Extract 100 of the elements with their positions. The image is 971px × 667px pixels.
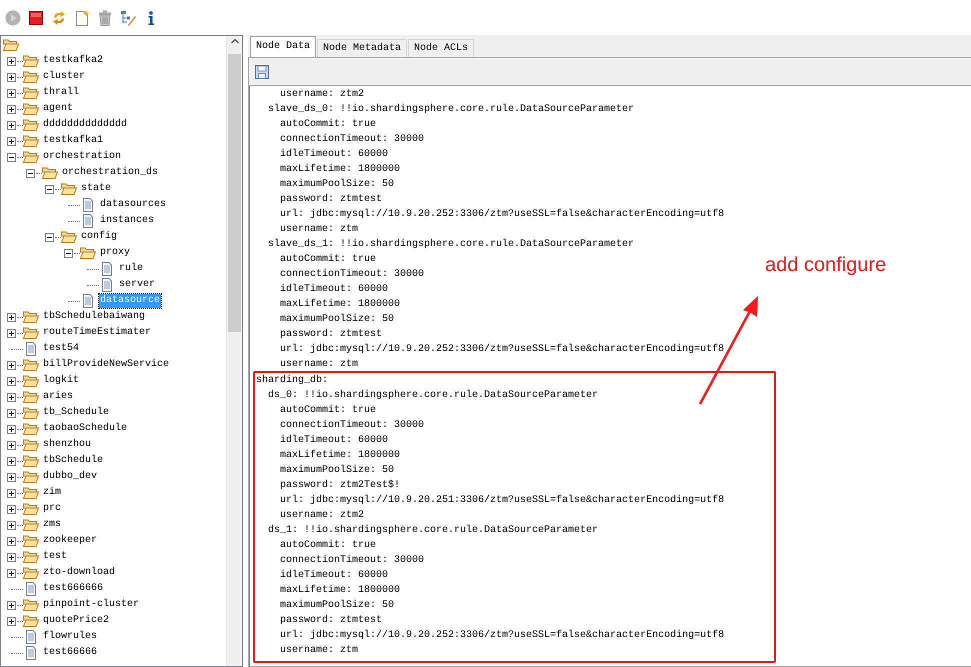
tree-item[interactable]: proxy — [99, 246, 132, 260]
code-line: username: ztm — [279, 358, 358, 372]
expand-toggle[interactable] — [6, 424, 16, 434]
tree-item[interactable]: prc — [42, 502, 62, 516]
tree-item[interactable]: thrall — [42, 86, 80, 100]
tree-item[interactable]: test666666 — [42, 582, 104, 596]
file-icon — [23, 645, 39, 661]
tree-item[interactable]: config — [80, 230, 118, 244]
tree-item[interactable]: testkafka2 — [42, 54, 104, 68]
expand-toggle[interactable] — [6, 392, 16, 402]
expand-toggle[interactable] — [6, 312, 16, 322]
tree-item[interactable]: flowrules — [42, 630, 98, 644]
tree-item[interactable]: testkafka1 — [42, 134, 104, 148]
stop-button[interactable] — [28, 10, 44, 26]
expand-toggle[interactable] — [6, 408, 16, 418]
code-line: sharding_db: — [256, 374, 328, 388]
save-button[interactable] — [254, 64, 270, 80]
tree-item[interactable]: quotePrice2 — [42, 614, 110, 628]
expand-toggle[interactable] — [26, 168, 34, 178]
tree-item[interactable]: instances — [99, 214, 156, 228]
tab[interactable]: Node Data — [250, 36, 316, 57]
tree-item[interactable]: billProvideNewService — [42, 358, 170, 372]
tree-item[interactable]: test66666 — [42, 646, 98, 660]
code-line: autoCommit: true — [279, 538, 376, 553]
tree-item[interactable]: datasources — [99, 198, 168, 212]
tree-item[interactable]: rule — [118, 262, 144, 276]
expand-toggle[interactable] — [6, 568, 16, 578]
expand-toggle[interactable] — [6, 520, 16, 530]
scroll-thumb[interactable] — [228, 54, 241, 332]
expand-toggle[interactable] — [6, 328, 16, 338]
expand-toggle[interactable] — [6, 104, 16, 114]
tree-item[interactable]: dubbo_dev — [42, 470, 98, 484]
tree-item[interactable]: tbSchedule — [42, 454, 104, 468]
trash-button[interactable] — [97, 10, 113, 26]
file-icon — [80, 293, 96, 309]
expand-toggle[interactable] — [6, 136, 16, 146]
tree-edit-button[interactable] — [120, 10, 136, 26]
tab[interactable]: Node ACLs — [408, 39, 474, 57]
refresh-button[interactable] — [51, 10, 67, 26]
tree-item[interactable]: zim — [42, 486, 62, 500]
tree-item[interactable]: test — [42, 550, 68, 564]
expand-toggle[interactable] — [6, 152, 16, 162]
expand-toggle[interactable] — [6, 440, 16, 450]
folder-icon — [23, 565, 39, 581]
folder-icon — [23, 149, 39, 165]
code-line: connectionTimeout: 30000 — [279, 554, 424, 568]
tree-item[interactable]: tb_Schedule — [42, 406, 110, 420]
code-line: connectionTimeout: 30000 — [279, 418, 424, 433]
expand-toggle[interactable] — [6, 536, 16, 546]
tab[interactable]: Node Metadata — [317, 39, 408, 57]
tree-item[interactable]: zms — [42, 518, 62, 532]
expand-toggle[interactable] — [6, 56, 16, 66]
folder-icon — [23, 501, 39, 517]
tree-item[interactable]: orchestration_ds — [61, 166, 160, 180]
folder-icon — [23, 437, 39, 453]
code-line: password: ztm2Test$! — [279, 478, 400, 493]
tree-item[interactable]: shenzhou — [42, 438, 92, 452]
expand-toggle[interactable] — [44, 232, 54, 242]
expand-toggle[interactable] — [6, 552, 16, 562]
tree-item[interactable]: zookeeper — [42, 534, 98, 548]
tree-item[interactable]: taobaoSchedule — [42, 422, 128, 436]
tree-item[interactable]: dddddddddddddd — [42, 118, 128, 132]
expand-toggle[interactable] — [6, 616, 16, 626]
tree-item[interactable]: logkit — [42, 374, 80, 388]
tree-item[interactable]: test54 — [42, 342, 80, 356]
tree-item[interactable]: orchestration — [42, 150, 122, 164]
tree-item[interactable]: cluster — [42, 70, 86, 84]
expand-toggle[interactable] — [64, 248, 72, 258]
expand-toggle[interactable] — [6, 504, 16, 514]
expand-toggle[interactable] — [6, 488, 16, 498]
tree-item[interactable]: routeTimeEstimater — [42, 326, 152, 340]
code-line: username: ztm — [279, 644, 358, 658]
expand-toggle[interactable] — [6, 88, 16, 98]
folder-icon — [23, 309, 39, 325]
code-line: autoCommit: true — [279, 118, 376, 132]
editor-area[interactable] — [249, 85, 971, 666]
scrollbar[interactable] — [226, 36, 242, 666]
expand-toggle[interactable] — [6, 360, 16, 370]
code-line: url: jdbc:mysql://10.9.20.252:3306/ztm?useSSL=false&characterEncoding=utf8 — [279, 208, 724, 222]
tree-item[interactable]: server — [118, 278, 156, 292]
tree-edit-icon — [120, 10, 136, 26]
expand-toggle[interactable] — [44, 184, 54, 194]
tree-item[interactable]: pinpoint-cluster — [42, 598, 140, 612]
tree-item[interactable]: aries — [42, 390, 74, 404]
trash-icon — [97, 10, 113, 26]
code-line: maximumPoolSize: 50 — [279, 312, 394, 327]
tree-item[interactable]: state — [80, 182, 112, 196]
expand-toggle[interactable] — [6, 376, 16, 386]
expand-toggle[interactable] — [6, 72, 16, 82]
annotation-label: add configure — [765, 253, 886, 277]
expand-toggle[interactable] — [6, 120, 16, 130]
tree-item[interactable]: zto-download — [42, 566, 116, 580]
expand-toggle[interactable] — [6, 456, 16, 466]
folder-icon — [23, 69, 39, 85]
folder-icon — [23, 453, 39, 469]
expand-toggle[interactable] — [6, 600, 16, 610]
new-file-button[interactable] — [74, 10, 90, 26]
tree-item[interactable]: agent — [42, 102, 74, 116]
tree-item[interactable]: tbSchedulebaiwang — [42, 310, 146, 324]
expand-toggle[interactable] — [6, 472, 16, 482]
